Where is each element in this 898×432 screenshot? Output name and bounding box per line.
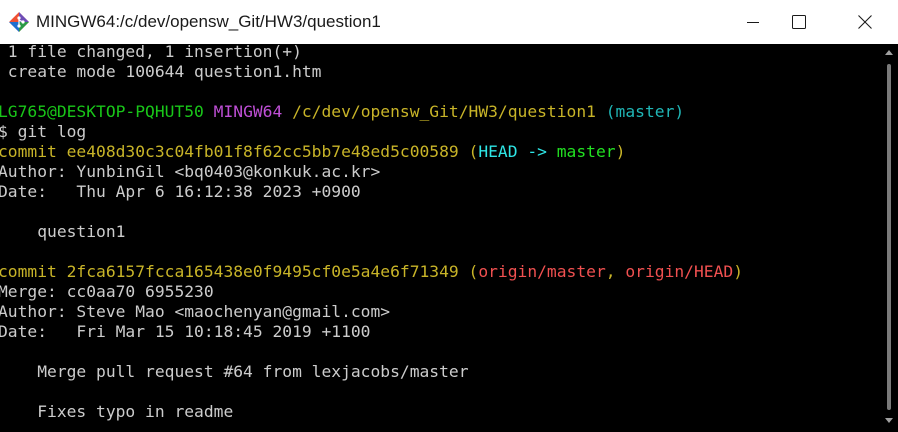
terminal-line: Date: Fri Mar 15 10:18:45 2019 +1100 — [0, 322, 743, 342]
scroll-down-icon[interactable] — [885, 418, 893, 423]
terminal-line: ​ — [0, 242, 743, 262]
terminal-line: create mode 100644 question1.htm — [0, 62, 743, 82]
terminal-text: Author: YunbinGil <bq0403@konkuk.ac.kr> — [0, 162, 381, 181]
terminal-text: Date: Thu Apr 6 16:12:38 2023 +0900 — [0, 182, 361, 201]
terminal-text: $ git log — [0, 122, 87, 141]
terminal-text: Merge: cc0aa70 6955230 — [0, 282, 214, 301]
terminal-text: origin/master — [478, 262, 606, 281]
terminal-line: commit 2fca6157fcca165438e0f9495cf0e5a4e… — [0, 262, 743, 282]
terminal-text: , — [605, 262, 626, 281]
terminal-line: Author: YunbinGil <bq0403@konkuk.ac.kr> — [0, 162, 743, 182]
terminal-line: Author: Steve Mao <maochenyan@gmail.com> — [0, 302, 743, 322]
terminal-text: Merge pull request #64 from lexjacobs/ma… — [0, 362, 469, 381]
terminal-text: (master) — [595, 102, 685, 121]
terminal-line: ​ — [0, 202, 743, 222]
git-bash-icon — [8, 11, 30, 33]
terminal-line: Fixes typo in readme — [0, 402, 743, 422]
terminal-lines: 1 file changed, 1 insertion(+) create mo… — [0, 44, 743, 422]
terminal-window: MINGW64:/c/dev/opensw_Git/HW3/question1 … — [0, 0, 898, 432]
terminal-text: commit ee408d30c3c04fb01f8f62cc5bb7e48ed… — [0, 142, 479, 161]
close-icon — [858, 15, 872, 29]
terminal-line: Merge pull request #64 from lexjacobs/ma… — [0, 362, 743, 382]
terminal-line: Merge: cc0aa70 6955230 — [0, 282, 743, 302]
terminal-text: commit 2fca6157fcca165438e0f9495cf0e5a4e… — [0, 262, 479, 281]
terminal-line: commit ee408d30c3c04fb01f8f62cc5bb7e48ed… — [0, 142, 743, 162]
title-bar[interactable]: MINGW64:/c/dev/opensw_Git/HW3/question1 — [0, 0, 898, 44]
terminal-line: 1 file changed, 1 insertion(+) — [0, 44, 743, 62]
window-title: MINGW64:/c/dev/opensw_Git/HW3/question1 — [36, 12, 381, 31]
terminal-text: Date: Fri Mar 15 10:18:45 2019 +1100 — [0, 322, 371, 341]
terminal-text: MINGW64 — [213, 102, 293, 121]
terminal-text: create mode 100644 question1.htm — [0, 62, 322, 81]
terminal-text: ) — [733, 262, 743, 281]
terminal-text: /c/dev/opensw_Git/HW3/question1 — [292, 102, 596, 121]
maximize-icon — [792, 15, 806, 29]
terminal-text: origin/HEAD — [625, 262, 734, 281]
maximize-button[interactable] — [770, 0, 828, 44]
terminal-line: ​ — [0, 382, 743, 402]
terminal-line: question1 — [0, 222, 743, 242]
terminal-output[interactable]: 1 file changed, 1 insertion(+) create mo… — [0, 44, 881, 432]
scroll-up-icon[interactable] — [885, 50, 893, 55]
terminal-text: question1 — [0, 222, 126, 241]
terminal-line: LG765@DESKTOP-PQHUT50 MINGW64 /c/dev/ope… — [0, 102, 743, 122]
terminal-line: $ git log — [0, 122, 743, 142]
scroll-thumb[interactable] — [887, 64, 891, 410]
terminal-text: Author: Steve Mao <maochenyan@gmail.com> — [0, 302, 391, 321]
terminal-line: ​ — [0, 342, 743, 362]
minimize-icon — [747, 16, 759, 28]
vertical-scrollbar[interactable] — [881, 44, 898, 432]
terminal-text: ) — [615, 142, 626, 161]
terminal-line: ​ — [0, 82, 743, 102]
terminal-text: HEAD -> — [478, 142, 557, 161]
close-button[interactable] — [836, 0, 894, 44]
terminal-text: LG765@DESKTOP-PQHUT50 — [0, 102, 214, 121]
terminal-text: master — [556, 142, 616, 161]
terminal-text: 1 file changed, 1 insertion(+) — [0, 44, 302, 61]
terminal-line: Date: Thu Apr 6 16:12:38 2023 +0900 — [0, 182, 743, 202]
terminal-text: Fixes typo in readme — [0, 402, 234, 421]
